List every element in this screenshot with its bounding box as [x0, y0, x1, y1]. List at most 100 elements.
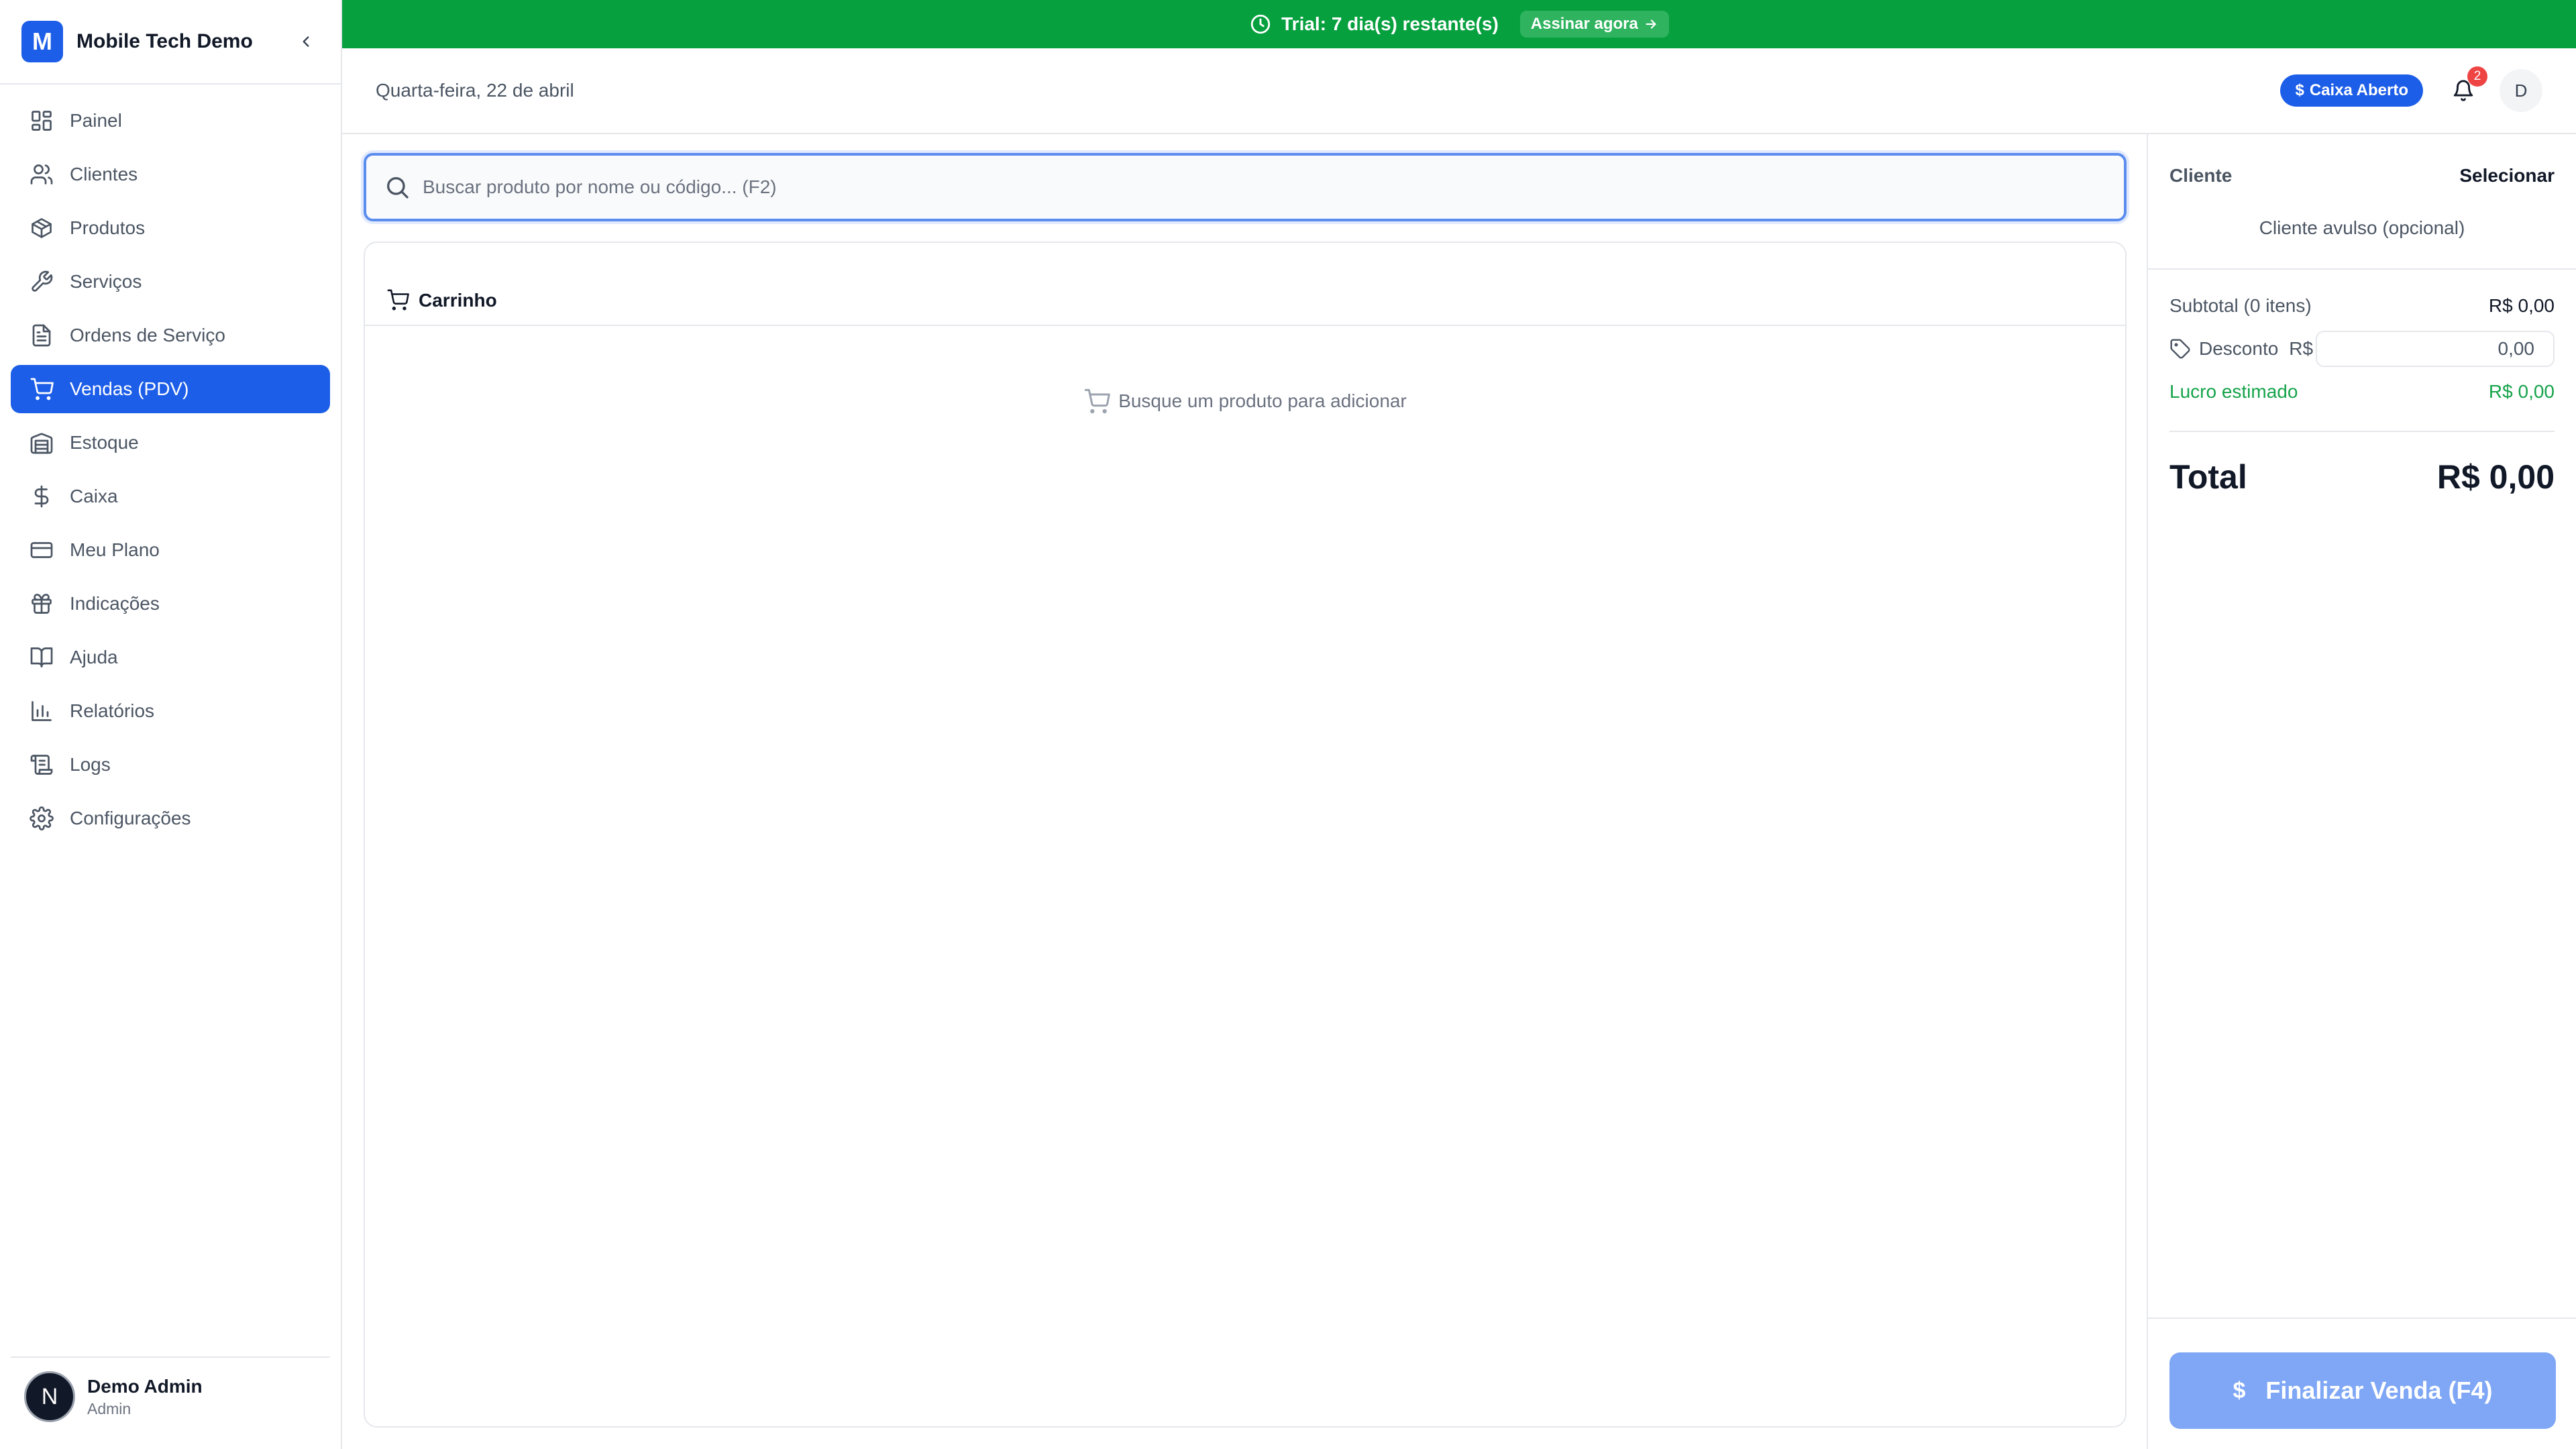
profit-value: R$ 0,00: [2488, 381, 2555, 402]
sidebar-item-label: Ajuda: [70, 647, 118, 667]
gift-icon: [28, 590, 55, 617]
sidebar-item-label: Serviços: [70, 271, 142, 292]
notification-count-badge: 2: [2467, 66, 2487, 87]
file-text-icon: [28, 322, 55, 349]
sidebar-item-indicacoes[interactable]: Indicações: [11, 580, 330, 628]
wrench-icon: [28, 268, 55, 295]
sidebar: M Mobile Tech Demo Painel Clientes Produ…: [0, 0, 342, 1449]
cash-status-badge[interactable]: $ Caixa Aberto: [2280, 74, 2423, 107]
sidebar-item-painel[interactable]: Painel: [11, 97, 330, 145]
settings-icon: [28, 805, 55, 832]
clock-icon: [1250, 14, 1271, 34]
divider: [2148, 268, 2576, 270]
finish-sale-button[interactable]: $ Finalizar Venda (F4): [2169, 1352, 2556, 1429]
sidebar-item-label: Configurações: [70, 808, 191, 828]
sidebar-item-caixa[interactable]: Caixa: [11, 472, 330, 521]
app-name: Mobile Tech Demo: [76, 30, 253, 52]
total-label: Total: [2169, 458, 2247, 496]
profit-row: Lucro estimado R$ 0,00: [2169, 370, 2555, 413]
divider: [2169, 431, 2555, 432]
product-search-box: [364, 153, 2127, 221]
user-info: Demo Admin Admin: [87, 1376, 203, 1418]
profit-label: Lucro estimado: [2169, 381, 2298, 402]
warehouse-icon: [28, 429, 55, 456]
sidebar-nav: Painel Clientes Produtos Serviços Ordens…: [0, 85, 341, 843]
total-row: Total R$ 0,00: [2148, 458, 2576, 496]
sidebar-item-configuracoes[interactable]: Configurações: [11, 794, 330, 843]
shopping-cart-icon: [1085, 388, 1111, 414]
sidebar-item-meu-plano[interactable]: Meu Plano: [11, 526, 330, 574]
discount-label: Desconto: [2199, 338, 2279, 359]
sidebar-item-label: Ordens de Serviço: [70, 325, 225, 345]
top-header: Quarta-feira, 22 de abril $ Caixa Aberto…: [342, 48, 2576, 134]
dollar-sign-icon: $: [2233, 1377, 2246, 1403]
cart-title: Carrinho: [419, 290, 497, 311]
finish-sale-footer: $ Finalizar Venda (F4): [2148, 1318, 2576, 1449]
total-value: R$ 0,00: [2436, 458, 2555, 496]
layout-dashboard-icon: [28, 107, 55, 134]
cart-empty-state: Busque um produto para adicionar: [365, 388, 2125, 415]
discount-input[interactable]: [2316, 331, 2555, 367]
cash-status-label: Caixa Aberto: [2309, 81, 2408, 99]
subscribe-now-button[interactable]: Assinar agora: [1519, 11, 1669, 38]
user-avatar-button[interactable]: D: [2500, 69, 2542, 112]
sidebar-item-relatorios[interactable]: Relatórios: [11, 687, 330, 735]
tag-icon: [2170, 339, 2190, 359]
user-role: Admin: [87, 1399, 131, 1417]
sidebar-item-produtos[interactable]: Produtos: [11, 204, 330, 252]
sidebar-item-label: Indicações: [70, 593, 160, 614]
sidebar-item-vendas-pdv[interactable]: Vendas (PDV): [11, 365, 330, 413]
user-profile[interactable]: N Demo Admin Admin: [11, 1356, 330, 1436]
discount-label-group: Desconto R$: [2169, 338, 2313, 360]
client-label: Cliente: [2169, 165, 2233, 186]
bar-chart-icon: [28, 698, 55, 724]
credit-card-icon: [28, 537, 55, 564]
trial-banner: Trial: 7 dia(s) restante(s) Assinar agor…: [342, 0, 2576, 48]
book-open-icon: [28, 644, 55, 671]
finish-sale-label: Finalizar Venda (F4): [2265, 1377, 2493, 1404]
dollar-sign-icon: [28, 483, 55, 510]
subtotal-value: R$ 0,00: [2488, 295, 2555, 316]
cart-panel: Carrinho Busque um produto para adiciona…: [364, 241, 2127, 1428]
avatar: N: [24, 1371, 75, 1422]
select-client-button[interactable]: Selecionar: [2459, 165, 2555, 186]
subtotal-label: Subtotal (0 itens): [2169, 295, 2312, 316]
brand-header: M Mobile Tech Demo: [0, 0, 341, 85]
sidebar-item-label: Vendas (PDV): [70, 378, 189, 399]
dollar-sign-icon: $: [2295, 81, 2304, 99]
sidebar-item-label: Logs: [70, 754, 111, 775]
totals-section: Subtotal (0 itens) R$ 0,00 Desconto R$ L…: [2148, 284, 2576, 413]
app-logo: M: [21, 21, 63, 62]
arrow-right-icon: [1646, 19, 1656, 29]
sidebar-item-ajuda[interactable]: Ajuda: [11, 633, 330, 682]
sidebar-item-label: Meu Plano: [70, 539, 160, 560]
sidebar-item-clientes[interactable]: Clientes: [11, 150, 330, 199]
sidebar-item-label: Relatórios: [70, 700, 155, 721]
sidebar-item-servicos[interactable]: Serviços: [11, 258, 330, 306]
cart-header: Carrinho: [365, 243, 2125, 326]
shopping-cart-icon: [387, 289, 409, 311]
package-icon: [28, 215, 55, 241]
sidebar-item-ordens-de-servico[interactable]: Ordens de Serviço: [11, 311, 330, 360]
sidebar-item-label: Painel: [70, 110, 122, 131]
sidebar-item-label: Estoque: [70, 432, 139, 453]
discount-currency: R$: [2289, 338, 2314, 359]
chevron-left-icon: [303, 36, 309, 47]
notifications-button[interactable]: 2: [2449, 66, 2487, 105]
discount-row: Desconto R$: [2169, 327, 2555, 370]
sidebar-item-label: Produtos: [70, 217, 146, 238]
cart-empty-message: Busque um produto para adicionar: [1118, 390, 1407, 411]
product-search-input[interactable]: [423, 176, 2106, 198]
sidebar-item-estoque[interactable]: Estoque: [11, 419, 330, 467]
search-icon: [387, 177, 409, 199]
client-row: Cliente Selecionar: [2148, 165, 2576, 186]
subtotal-row: Subtotal (0 itens) R$ 0,00: [2169, 284, 2555, 327]
trial-text: Trial: 7 dia(s) restante(s): [1281, 13, 1499, 34]
sidebar-item-label: Clientes: [70, 164, 138, 184]
sidebar-item-label: Caixa: [70, 486, 118, 506]
subscribe-now-label: Assinar agora: [1530, 15, 1638, 33]
collapse-sidebar-button[interactable]: [292, 28, 319, 55]
client-walkin-text: Cliente avulso (opcional): [2259, 217, 2465, 238]
users-icon: [28, 161, 55, 188]
sidebar-item-logs[interactable]: Logs: [11, 741, 330, 789]
